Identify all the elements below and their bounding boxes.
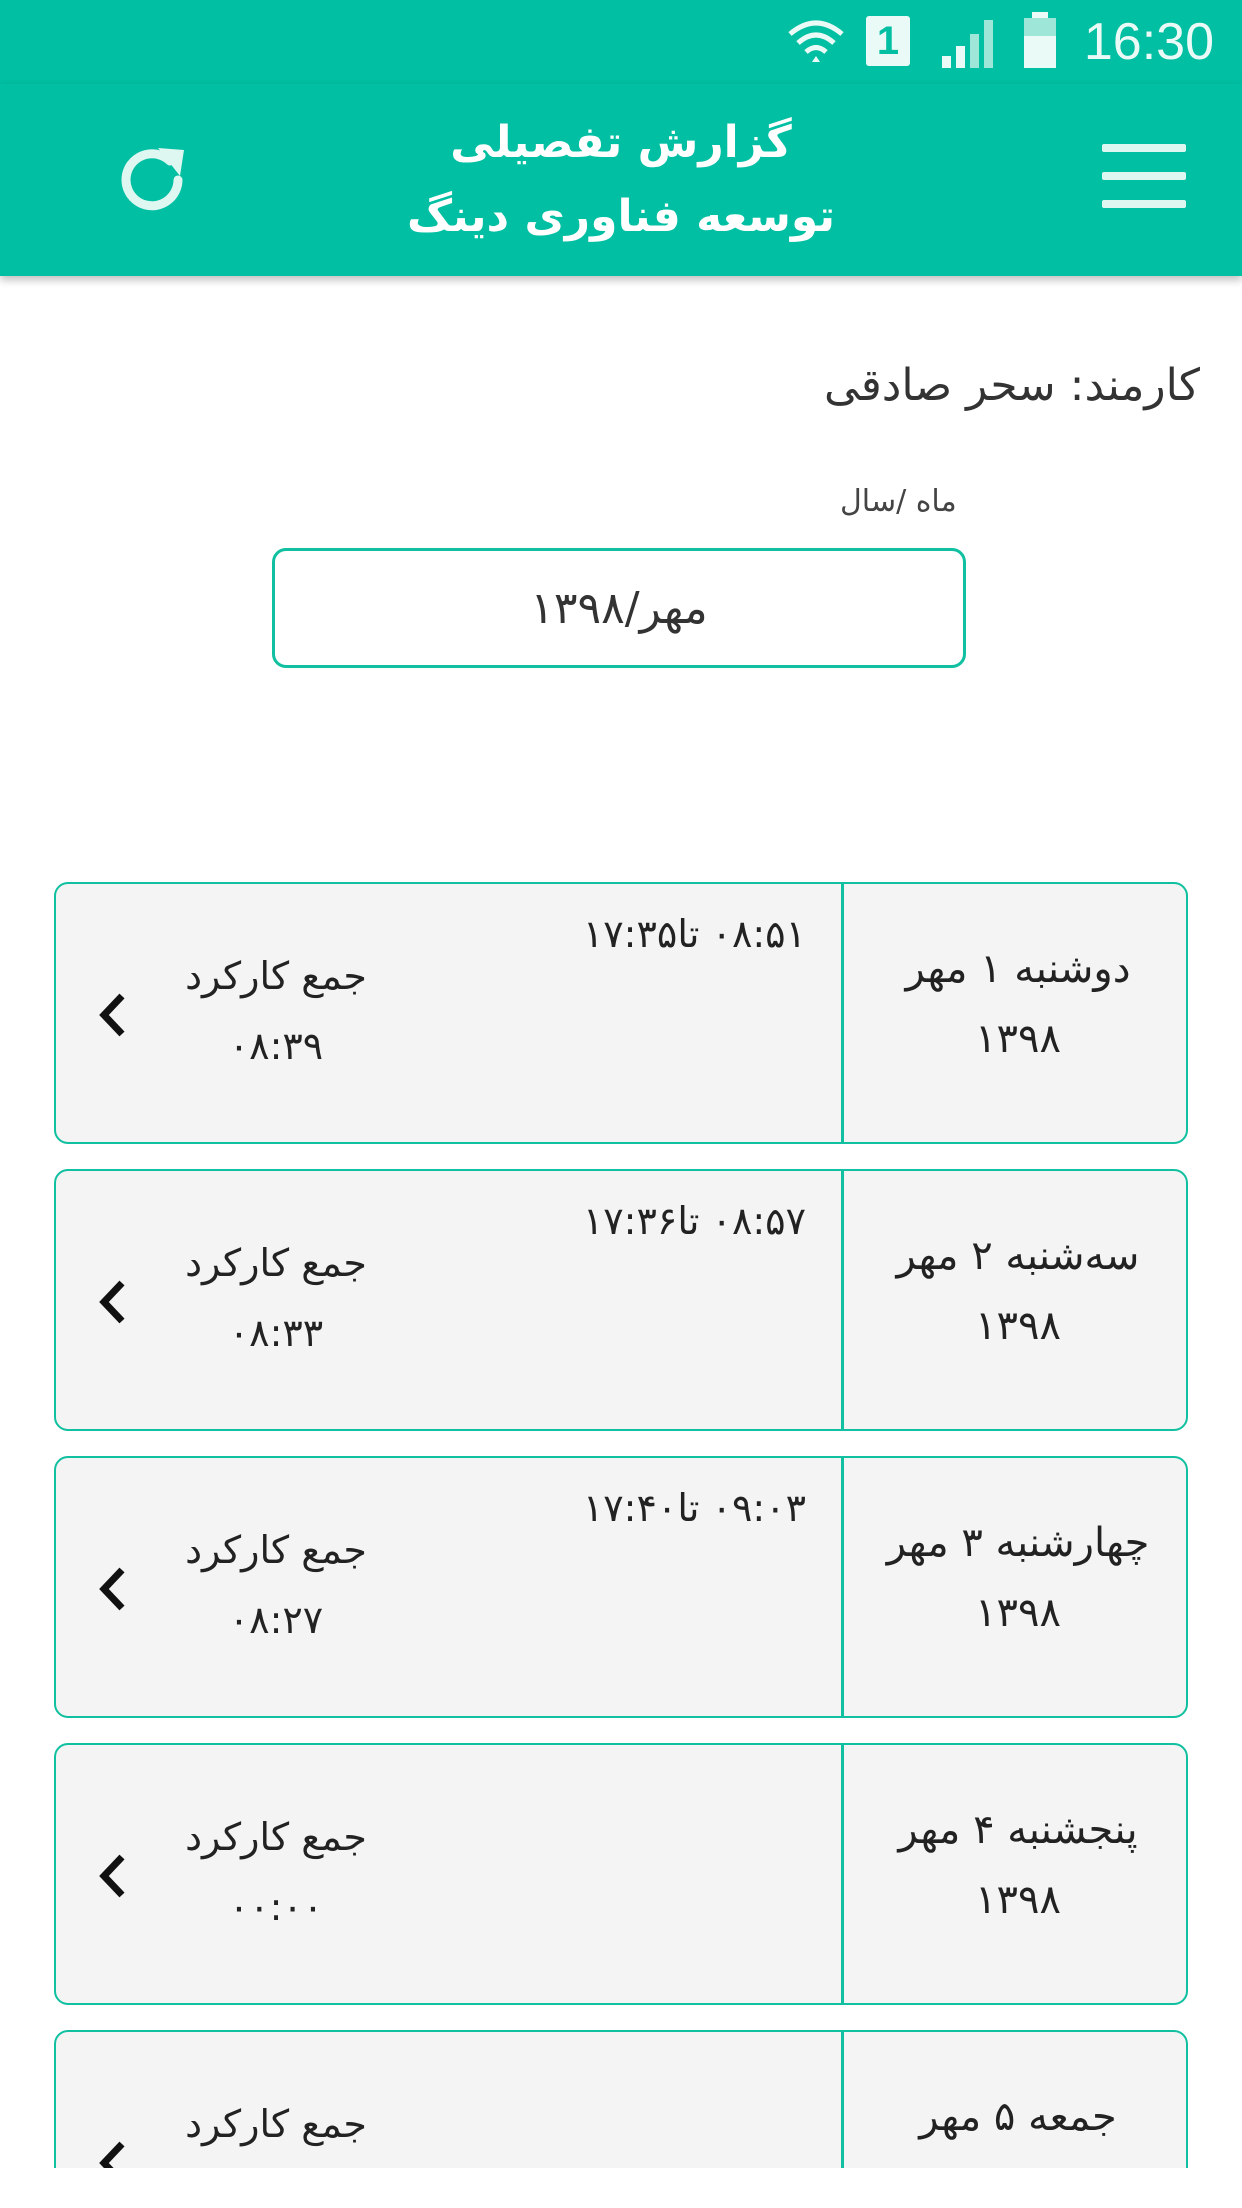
signal-icon xyxy=(942,20,993,68)
day-year: ۱۳۹۸ xyxy=(975,1877,1061,1923)
card-divider xyxy=(841,884,844,1142)
day-year: ۱۳۹۸ xyxy=(975,1303,1061,1349)
total-work-label: جمع کارکرد xyxy=(185,954,367,998)
app-bar: گزارش تفصیلی توسعه فناوری دینگ xyxy=(0,84,1242,276)
sim-label: 1 xyxy=(876,19,900,63)
total-work-value: ۰۸:۲۷ xyxy=(228,1598,324,1642)
total-work-value: ۰۸:۳۳ xyxy=(228,1311,324,1355)
day-list[interactable]: دوشنبه ۱ مهر ۱۳۹۸ ۰۸:۵۱ تا۱۷:۳۵ جمع کارک… xyxy=(54,882,1188,2168)
day-card[interactable]: دوشنبه ۱ مهر ۱۳۹۸ ۰۸:۵۱ تا۱۷:۳۵ جمع کارک… xyxy=(54,882,1188,1144)
total-work-value: ۰۸:۳۹ xyxy=(228,1024,324,1068)
day-card[interactable]: سه‌شنبه ۲ مهر ۱۳۹۸ ۰۸:۵۷ تا۱۷:۳۶ جمع کار… xyxy=(54,1169,1188,1431)
day-card[interactable]: پنجشنبه ۴ مهر ۱۳۹۸ جمع کارکرد ۰۰:۰۰ xyxy=(54,1743,1188,2005)
chevron-left-icon[interactable] xyxy=(96,1564,128,1614)
in-out-times: ۰۸:۵۷ تا۱۷:۳۶ xyxy=(582,1199,806,1243)
card-divider xyxy=(841,1745,844,2003)
total-work-label: جمع کارکرد xyxy=(185,2102,367,2146)
employee-label: کارمند: xyxy=(1069,360,1200,411)
card-divider xyxy=(841,1458,844,1716)
refresh-icon[interactable] xyxy=(110,138,194,222)
in-out-times: ۰۸:۵۱ تا۱۷:۳۵ xyxy=(582,912,806,956)
chevron-left-icon[interactable] xyxy=(96,2138,128,2168)
employee-name: سحر صادقی xyxy=(824,360,1056,411)
chevron-left-icon[interactable] xyxy=(96,1277,128,1327)
card-divider xyxy=(841,2032,844,2168)
day-date: سه‌شنبه ۲ مهر xyxy=(896,1233,1140,1279)
hamburger-menu-icon[interactable] xyxy=(1102,144,1186,208)
status-bar: 1 16:30 xyxy=(0,0,1242,84)
total-work-value: ۰۰:۰۰ xyxy=(228,1885,324,1929)
total-work-label: جمع کارکرد xyxy=(185,1528,367,1572)
month-year-label: ماه /سال xyxy=(840,484,957,519)
wifi-icon xyxy=(788,20,844,62)
day-card[interactable]: جمعه ۵ مهر جمع کارکرد xyxy=(54,2030,1188,2168)
employee-line: کارمند: سحر صادقی xyxy=(824,360,1200,411)
day-date: پنجشنبه ۴ مهر xyxy=(898,1807,1138,1853)
in-out-times: ۰۹:۰۳ تا۱۷:۴۰ xyxy=(582,1486,806,1530)
month-year-field[interactable]: مهر/۱۳۹۸ xyxy=(272,548,966,668)
total-work-label: جمع کارکرد xyxy=(185,1815,367,1859)
day-card[interactable]: چهارشنبه ۳ مهر ۱۳۹۸ ۰۹:۰۳ تا۱۷:۴۰ جمع کا… xyxy=(54,1456,1188,1718)
day-date: جمعه ۵ مهر xyxy=(919,2094,1117,2140)
battery-icon xyxy=(1024,12,1056,68)
day-date: دوشنبه ۱ مهر xyxy=(905,946,1131,992)
month-year-value: مهر/۱۳۹۸ xyxy=(530,582,708,634)
clock: 16:30 xyxy=(1083,13,1214,71)
sim-icon: 1 xyxy=(866,16,910,66)
total-work-label: جمع کارکرد xyxy=(185,1241,367,1285)
card-divider xyxy=(841,1171,844,1429)
chevron-left-icon[interactable] xyxy=(96,1851,128,1901)
day-date: چهارشنبه ۳ مهر xyxy=(886,1520,1150,1566)
chevron-left-icon[interactable] xyxy=(96,990,128,1040)
day-year: ۱۳۹۸ xyxy=(975,1590,1061,1636)
day-year: ۱۳۹۸ xyxy=(975,1016,1061,1062)
